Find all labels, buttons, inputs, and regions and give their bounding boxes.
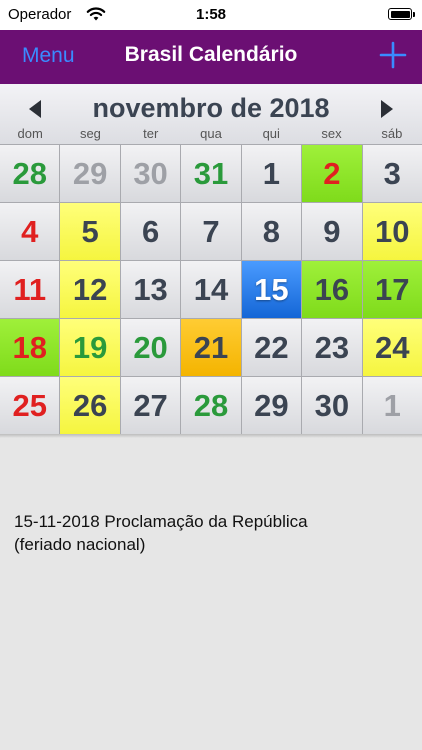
event-list: 15-11-2018 Proclamação da República (fer… [14, 510, 409, 556]
day-cell[interactable]: 8 [241, 203, 302, 260]
month-title: novembro de 2018 [92, 93, 330, 123]
grid-shadow [0, 434, 422, 438]
day-cell[interactable]: 17 [362, 261, 422, 318]
day-cell[interactable]: 22 [241, 319, 302, 376]
navigation-bar: Menu Brasil Calendário [0, 30, 422, 84]
day-cell[interactable]: 28 [181, 377, 241, 434]
day-cell[interactable]: 2 [302, 145, 362, 202]
day-cell[interactable]: 25 [0, 377, 60, 434]
day-cell[interactable]: 3 [362, 145, 422, 202]
day-cell[interactable]: 31 [181, 145, 241, 202]
day-cell[interactable]: 18 [0, 319, 60, 376]
day-cell[interactable]: 1 [362, 377, 422, 434]
weekday-label: sex [321, 126, 342, 141]
day-cell[interactable]: 29 [60, 145, 120, 202]
day-cell[interactable]: 26 [60, 377, 120, 434]
event-detail: (feriado nacional) [14, 535, 146, 554]
day-cell[interactable]: 16 [302, 261, 362, 318]
day-cell[interactable]: 11 [0, 261, 60, 318]
calendar-grid: 28 29 30 31 1 2 3 4 5 6 7 8 9 10 11 12 13 14 15 16 17 18 19 20 2… [0, 144, 422, 434]
day-cell[interactable]: 19 [60, 319, 120, 376]
day-cell[interactable]: 15 [241, 261, 302, 318]
weekday-label: sáb [381, 126, 403, 141]
menu-button[interactable]: Menu [22, 44, 75, 68]
previous-month-icon[interactable] [26, 98, 44, 120]
status-bar: Operador 1:58 [0, 0, 422, 30]
weekday-label: qui [262, 126, 280, 141]
day-cell[interactable]: 13 [120, 261, 181, 318]
event-title: 15-11-2018 Proclamação da República [14, 512, 308, 531]
day-cell[interactable]: 23 [302, 319, 362, 376]
next-month-icon[interactable] [378, 98, 396, 120]
day-cell[interactable]: 5 [60, 203, 120, 260]
day-cell[interactable]: 10 [362, 203, 422, 260]
battery-icon [388, 8, 412, 20]
clock: 1:58 [195, 6, 227, 23]
day-cell[interactable]: 7 [181, 203, 241, 260]
day-cell[interactable]: 14 [181, 261, 241, 318]
day-cell[interactable]: 12 [60, 261, 120, 318]
day-cell[interactable]: 6 [120, 203, 181, 260]
plus-icon[interactable] [378, 40, 408, 70]
weekday-header: dom seg ter qua qui sex sáb [0, 126, 422, 144]
weekday-label: qua [200, 126, 222, 141]
weekday-label: ter [143, 126, 159, 141]
day-cell[interactable]: 27 [120, 377, 181, 434]
day-cell[interactable]: 24 [362, 319, 422, 376]
day-cell[interactable]: 30 [120, 145, 181, 202]
day-cell[interactable]: 9 [302, 203, 362, 260]
day-cell[interactable]: 29 [241, 377, 302, 434]
day-cell[interactable]: 28 [0, 145, 60, 202]
day-cell[interactable]: 4 [0, 203, 60, 260]
day-cell[interactable]: 30 [302, 377, 362, 434]
battery-tip [413, 12, 415, 17]
weekday-label: dom [17, 126, 43, 141]
day-cell[interactable]: 1 [241, 145, 302, 202]
weekday-label: seg [79, 126, 101, 141]
day-cell[interactable]: 21 [181, 319, 241, 376]
day-cell[interactable]: 20 [120, 319, 181, 376]
